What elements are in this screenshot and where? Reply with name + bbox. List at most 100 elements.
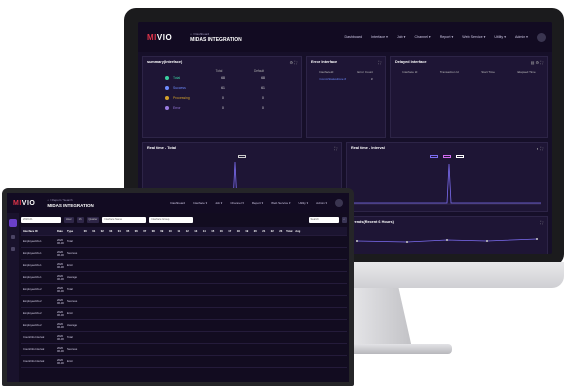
- column-header[interactable]: Total: [285, 230, 294, 233]
- table-row[interactable]: CommStatusZone # 3: [307, 77, 385, 81]
- range-select[interactable]: 1h: [76, 217, 84, 223]
- nav-utility[interactable]: Utility ▾: [494, 35, 506, 39]
- column-header[interactable]: 16: [217, 230, 226, 233]
- nav-report[interactable]: Report ▾: [252, 201, 263, 205]
- table-row[interactable]: EmployeeInfo.2 2020 06-30 Average: [21, 320, 347, 332]
- nav-interface[interactable]: Interface ▾: [371, 35, 388, 39]
- table-row[interactable]: EmployeeInfo.1 2020 06-30 Success: [21, 248, 347, 260]
- column-header[interactable]: 21: [260, 230, 269, 233]
- table-row[interactable]: CountInfo.Interval 2020 06-30 Success: [21, 344, 347, 356]
- column-header[interactable]: 12: [183, 230, 192, 233]
- table-row[interactable]: EmployeeInfo.1 2020 06-30 Error: [21, 260, 347, 272]
- laptop-sidebar: [7, 213, 19, 382]
- column-header[interactable]: 22: [268, 230, 277, 233]
- table-cell: 2020 06-30: [57, 250, 64, 257]
- sidebar-item-icon[interactable]: [11, 235, 15, 239]
- column-header[interactable]: 06: [132, 230, 141, 233]
- table-cell: 2020 06-30: [57, 274, 64, 281]
- mode-select[interactable]: Quarter: [86, 217, 100, 223]
- table-cell: 2020 06-30: [57, 310, 64, 317]
- column-header[interactable]: 02: [98, 230, 107, 233]
- expand-icon[interactable]: ⛶: [378, 60, 381, 65]
- table-row[interactable]: EmployeeInfo.2 2020 06-30 Error: [21, 308, 347, 320]
- settings-icon[interactable]: ⚙ ⛶: [290, 60, 298, 65]
- breadcrumb-path: ⌂ / Dashboard: [190, 31, 210, 36]
- expand-icon[interactable]: ⛶: [540, 220, 543, 225]
- nav-web-service[interactable]: Web Service ▾: [271, 201, 290, 205]
- nav-dashboard[interactable]: Dashboard: [345, 35, 363, 39]
- app-logo[interactable]: MIVIO: [13, 200, 35, 207]
- column-header[interactable]: 17: [226, 230, 235, 233]
- column-header[interactable]: Type: [67, 230, 81, 233]
- trends-panel: Trends(Recent 6 Hours) ⛶: [346, 216, 548, 254]
- table-row[interactable]: EmployeeInfo.2 2020 06-30 Success: [21, 296, 347, 308]
- nav-dashboard[interactable]: Dashboard: [170, 201, 185, 205]
- interface-group-input[interactable]: Interface Group: [149, 217, 194, 223]
- breadcrumb-path: ⌂ / Report / Search: [47, 198, 73, 202]
- nav-channel[interactable]: Channel ▾: [415, 35, 431, 39]
- column-header[interactable]: 15: [209, 230, 218, 233]
- column-header[interactable]: 04: [115, 230, 124, 233]
- error-interface-title: Error Interface: [311, 60, 338, 64]
- column-header[interactable]: 03: [107, 230, 116, 233]
- interface-name-input[interactable]: Interface Name: [102, 217, 147, 223]
- nav-report[interactable]: Report ▾: [440, 35, 454, 39]
- user-avatar[interactable]: [335, 199, 343, 207]
- nav-admin[interactable]: Admin ▾: [515, 35, 528, 39]
- toolbar-icons[interactable]: ◐ ⛶: [537, 146, 543, 151]
- column-header[interactable]: 13: [192, 230, 201, 233]
- column-header[interactable]: 11: [175, 230, 184, 233]
- summary-row-success[interactable]: Success 61 61: [143, 83, 301, 93]
- trends-title: Trends(Recent 6 Hours): [351, 220, 394, 224]
- sidebar-item-report-icon[interactable]: [9, 219, 17, 227]
- expand-icon[interactable]: ⛶: [334, 146, 337, 151]
- nav-interface[interactable]: Interface ▾: [193, 201, 207, 205]
- search-button[interactable]: ⌕: [341, 217, 347, 223]
- breadcrumb: ⌂ / Report / Search MIDAS INTEGRATION: [47, 198, 93, 208]
- desktop-topbar: MIVIO ⌂ / Dashboard MIDAS INTEGRATION Da…: [138, 22, 552, 52]
- nav-utility[interactable]: Utility ▾: [298, 201, 308, 205]
- trends-chart: [356, 238, 538, 243]
- app-logo[interactable]: MIVIO: [147, 33, 172, 42]
- column-header[interactable]: Date: [57, 230, 67, 233]
- table-cell: 2020 06-30: [57, 262, 64, 269]
- column-header[interactable]: 20: [251, 230, 260, 233]
- summary-row-total[interactable]: Total 68 68: [143, 73, 301, 83]
- sidebar-item-icon[interactable]: [11, 247, 15, 251]
- user-avatar[interactable]: [537, 32, 546, 42]
- table-row[interactable]: CountInfo.Interval 2020 06-30 Total: [21, 332, 347, 344]
- table-cell: EmployeeInfo.1: [23, 264, 42, 267]
- search-input[interactable]: Search: [308, 217, 339, 223]
- column-header[interactable]: 01: [90, 230, 99, 233]
- nav-admin[interactable]: Admin ▾: [316, 201, 327, 205]
- column-header[interactable]: 09: [158, 230, 167, 233]
- status-dot-icon: [165, 76, 169, 80]
- table-row[interactable]: EmployeeInfo.2 2020 06-30 Total: [21, 284, 347, 296]
- column-header[interactable]: 23: [277, 230, 286, 233]
- nav-job[interactable]: Job ▾: [215, 201, 222, 205]
- column-header[interactable]: 07: [141, 230, 150, 233]
- table-cell: EmployeeInfo.2: [23, 312, 42, 315]
- toolbar-icons[interactable]: ▤ ⚙ ⛶: [531, 60, 543, 65]
- column-header[interactable]: Avg: [294, 230, 303, 233]
- status-dot-icon: [165, 106, 169, 110]
- nav-web-service[interactable]: Web Service ▾: [462, 35, 485, 39]
- table-row[interactable]: EmployeeInfo.1 2020 06-30 Total: [21, 236, 347, 248]
- summary-row-error[interactable]: Error 0 0: [143, 103, 301, 113]
- column-header[interactable]: 19: [243, 230, 252, 233]
- summary-row-processing[interactable]: Processing 0 0: [143, 93, 301, 103]
- column-header[interactable]: 05: [124, 230, 133, 233]
- unit-select[interactable]: Hour: [64, 217, 74, 223]
- column-header[interactable]: 10: [166, 230, 175, 233]
- column-header[interactable]: 18: [234, 230, 243, 233]
- column-header[interactable]: Interface ID: [21, 230, 57, 233]
- report-table: Interface ID Date Type 00 01 02 03 04 05 06 07 08 09…: [21, 227, 347, 382]
- column-header[interactable]: 00: [81, 230, 90, 233]
- nav-job[interactable]: Job ▾: [397, 35, 406, 39]
- date-input[interactable]: 2020-01: [21, 217, 61, 223]
- table-row[interactable]: CountInfo.Interval 2020 06-30 Error: [21, 356, 347, 368]
- column-header[interactable]: 08: [149, 230, 158, 233]
- column-header[interactable]: 14: [200, 230, 209, 233]
- nav-channel[interactable]: Channel ▾: [230, 201, 244, 205]
- table-row[interactable]: EmployeeInfo.1 2020 06-30 Average: [21, 272, 347, 284]
